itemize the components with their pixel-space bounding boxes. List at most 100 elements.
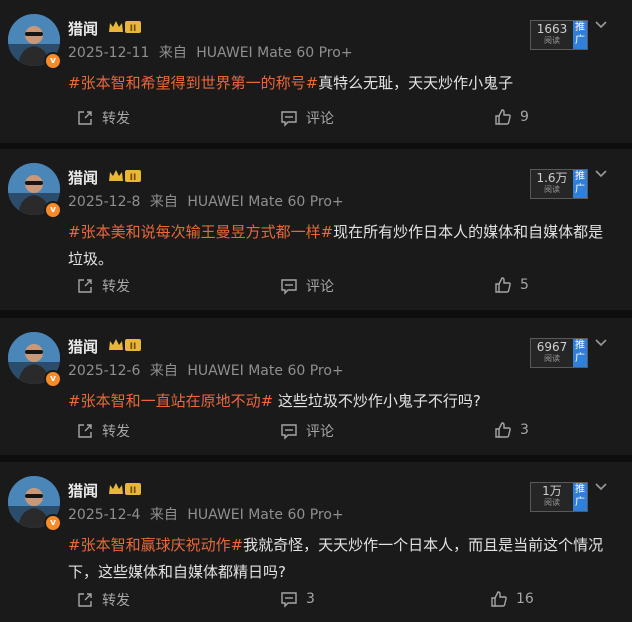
- source-prefix: 来自: [149, 194, 178, 210]
- author-name[interactable]: 猎闻: [68, 167, 98, 188]
- post-card: v 猎闻 II 2025-12-8 来自 HUAWEI Mate 60 Pro+…: [0, 149, 632, 310]
- svg-text:II: II: [130, 486, 137, 496]
- comment-button[interactable]: 评论: [280, 108, 334, 128]
- action-bar: 转发 评论 5: [76, 276, 596, 298]
- read-label: 阅读: [544, 185, 560, 194]
- post-date[interactable]: 2025-12-8: [68, 194, 140, 210]
- post-meta: 2025-12-4 来自 HUAWEI Mate 60 Pro+: [68, 504, 349, 524]
- comment-icon: [281, 424, 297, 440]
- repost-label: 转发: [102, 111, 130, 127]
- comment-count: 3: [306, 591, 315, 607]
- author-name[interactable]: 猎闻: [68, 18, 98, 39]
- post-date[interactable]: 2025-12-6: [68, 363, 140, 379]
- verified-icon: v: [44, 52, 62, 70]
- post-meta: 2025-12-8 来自 HUAWEI Mate 60 Pro+: [68, 191, 349, 211]
- repost-icon: [78, 424, 92, 438]
- read-count: 6967: [536, 340, 568, 354]
- post-content: #张本智和希望得到世界第一的称号#真特么无耻，天天炒作小鬼子: [68, 70, 608, 97]
- read-count: 1.6万: [536, 171, 568, 185]
- weibo-feed: v 猎闻 II 2025-12-11 来自 HUAWEI Mate 60 Pro…: [0, 0, 632, 622]
- read-count-badge[interactable]: 6967 阅读 推广: [530, 338, 588, 368]
- like-count: 9: [520, 109, 529, 125]
- repost-label: 转发: [102, 593, 130, 609]
- source-device: HUAWEI Mate 60 Pro+: [187, 194, 344, 210]
- like-icon: [495, 277, 511, 293]
- like-icon: [495, 422, 511, 438]
- comment-label: 评论: [306, 111, 334, 127]
- read-label: 阅读: [544, 498, 560, 507]
- repost-icon: [78, 111, 92, 125]
- post-content: #张本智和一直站在原地不动# 这些垃圾不炒作小鬼子不行吗?: [68, 388, 608, 415]
- post-meta: 2025-12-6 来自 HUAWEI Mate 60 Pro+: [68, 360, 349, 380]
- action-bar: 转发 评论 9: [76, 108, 596, 130]
- comment-icon: [281, 592, 297, 608]
- chevron-down-icon[interactable]: [594, 334, 608, 347]
- read-count-badge[interactable]: 1万 阅读 推广: [530, 482, 588, 512]
- verified-icon: v: [44, 370, 62, 388]
- read-count-badge[interactable]: 1.6万 阅读 推广: [530, 169, 588, 199]
- read-count: 1663: [536, 22, 568, 36]
- like-icon: [491, 591, 507, 607]
- svg-text:II: II: [130, 342, 137, 352]
- author-name[interactable]: 猎闻: [68, 480, 98, 501]
- verified-icon: v: [44, 514, 62, 532]
- post-text: 真特么无耻，天天炒作小鬼子: [318, 74, 514, 92]
- source-device: HUAWEI Mate 60 Pro+: [187, 507, 344, 523]
- repost-button[interactable]: 转发: [76, 276, 130, 296]
- repost-button[interactable]: 转发: [76, 421, 130, 441]
- like-count: 5: [520, 277, 529, 293]
- svg-text:II: II: [130, 173, 137, 183]
- rank-crown-icon: II: [108, 168, 142, 184]
- post-date[interactable]: 2025-12-4: [68, 507, 140, 523]
- post-card: v 猎闻 II 2025-12-4 来自 HUAWEI Mate 60 Pro+…: [0, 462, 632, 622]
- topic-link[interactable]: #张本美和说每次输王曼昱方式都一样#: [68, 223, 333, 241]
- source-device: HUAWEI Mate 60 Pro+: [196, 45, 353, 61]
- author-name[interactable]: 猎闻: [68, 336, 98, 357]
- like-count: 3: [520, 422, 529, 438]
- rank-crown-icon: II: [108, 337, 142, 353]
- chevron-down-icon[interactable]: [594, 16, 608, 29]
- topic-link[interactable]: #张本智和希望得到世界第一的称号#: [68, 74, 318, 92]
- like-button[interactable]: 5: [494, 276, 529, 294]
- comment-button[interactable]: 3: [280, 590, 315, 608]
- topic-link[interactable]: #张本智和赢球庆祝动作#: [68, 536, 243, 554]
- post-content: #张本美和说每次输王曼昱方式都一样#现在所有炒作日本人的媒体和自媒体都是垃圾。: [68, 219, 608, 273]
- like-count: 16: [516, 591, 534, 607]
- repost-label: 转发: [102, 279, 130, 295]
- chevron-down-icon[interactable]: [594, 165, 608, 178]
- repost-button[interactable]: 转发: [76, 590, 130, 610]
- source-prefix: 来自: [158, 45, 187, 61]
- svg-text:II: II: [130, 24, 137, 34]
- read-count-badge[interactable]: 1663 阅读 推广: [530, 20, 588, 50]
- read-label: 阅读: [544, 36, 560, 45]
- post-card: v 猎闻 II 2025-12-6 来自 HUAWEI Mate 60 Pro+…: [0, 318, 632, 455]
- action-bar: 转发 3 16: [76, 590, 596, 612]
- read-count: 1万: [542, 484, 562, 498]
- post-content: #张本智和赢球庆祝动作#我就奇怪，天天炒作一个日本人，而且是当前这个情况下，这些…: [68, 532, 608, 586]
- repost-icon: [78, 279, 92, 293]
- topic-link[interactable]: #张本智和一直站在原地不动#: [68, 392, 273, 410]
- rank-crown-icon: II: [108, 481, 142, 497]
- chevron-down-icon[interactable]: [594, 478, 608, 491]
- comment-label: 评论: [306, 424, 334, 440]
- like-button[interactable]: 9: [494, 108, 529, 126]
- source-prefix: 来自: [149, 507, 178, 523]
- source-device: HUAWEI Mate 60 Pro+: [187, 363, 344, 379]
- comment-button[interactable]: 评论: [280, 421, 334, 441]
- promote-button[interactable]: 推广: [573, 483, 587, 511]
- promote-button[interactable]: 推广: [573, 21, 587, 49]
- comment-label: 评论: [306, 279, 334, 295]
- promote-button[interactable]: 推广: [573, 339, 587, 367]
- comment-icon: [281, 111, 297, 127]
- rank-crown-icon: II: [108, 19, 142, 35]
- post-date[interactable]: 2025-12-11: [68, 45, 149, 61]
- comment-button[interactable]: 评论: [280, 276, 334, 296]
- promote-button[interactable]: 推广: [573, 170, 587, 198]
- like-button[interactable]: 16: [490, 590, 534, 608]
- source-prefix: 来自: [149, 363, 178, 379]
- repost-icon: [78, 593, 92, 607]
- read-label: 阅读: [544, 354, 560, 363]
- repost-button[interactable]: 转发: [76, 108, 130, 128]
- like-button[interactable]: 3: [494, 421, 529, 439]
- post-text: 这些垃圾不炒作小鬼子不行吗?: [273, 392, 481, 410]
